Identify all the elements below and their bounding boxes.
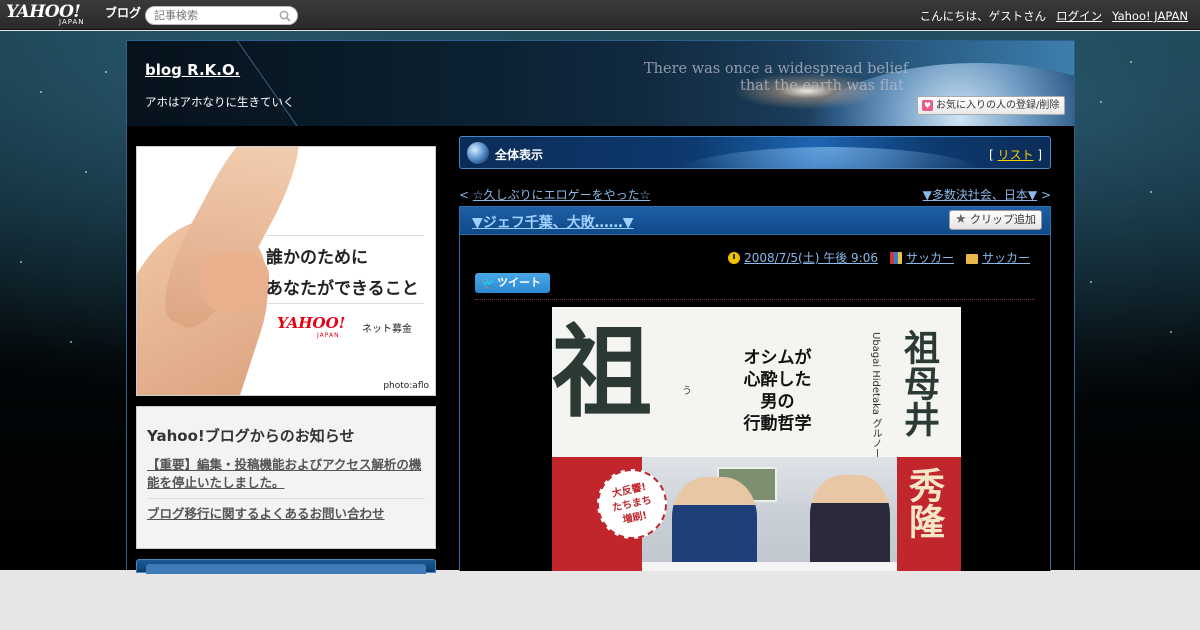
page-footer-area [0,570,1200,630]
ad-photo-credit: photo:aflo [383,381,429,391]
prev-arrow: < [459,188,473,202]
ad-yahoo-logo-japan: JAPAN [317,332,340,339]
ad-yahoo-logo: YAHOO! [277,314,346,332]
all-entries-label: 全体表示 [495,148,544,162]
article-title-bar: ▼ジェフ千葉、大敗……▼ ★ クリップ追加 [460,207,1050,235]
user-nav: こんにちは、ゲストさん ログイン Yahoo! JAPAN [920,8,1188,24]
login-link[interactable]: ログイン [1056,9,1102,23]
charity-ad-banner[interactable]: 誰かのために あなたができること YAHOO! JAPAN ネット募金 phot… [136,146,436,396]
cover-catchphrase: オシムが 心酔した 男の 行動哲学 [725,347,830,435]
header-quote: There was once a widespread belief that … [644,61,908,95]
twitter-bird-icon: 🐦 [481,276,496,290]
blog-frame: There was once a widespread belief that … [126,40,1075,574]
yahoo-japan-link[interactable]: Yahoo! JAPAN [1112,9,1188,23]
cover-author-name-top: 祖母井 [898,329,940,437]
ad-headline-1: 誰かのために [266,248,368,268]
notice-link-faq[interactable]: ブログ移行に関するよくあるお問い合わせ [147,505,425,523]
post-datetime-link[interactable]: 2008/7/5(土) 午後 9:06 [744,251,878,265]
cover-author-name-bottom: 秀隆 [903,467,945,539]
light-streak [237,41,302,126]
notice-box: Yahoo!ブログからのお知らせ 【重要】編集・投稿機能およびアクセス解析の機能… [136,406,436,549]
logo-blog: ブログ [105,6,142,20]
tweet-label: ツイート [497,276,541,289]
next-post: ▼多数決社会、日本▼ > [923,186,1051,203]
catch-line-3: 男の [760,392,795,412]
category-link-1[interactable]: サッカー [906,251,954,265]
blog-title-link[interactable]: blog R.K.O. [145,61,240,79]
favorite-register-button[interactable]: ♥ お気に入りの人の登録/削除 [917,96,1065,115]
all-entries-bar: 全体表示 [ リスト ] [459,136,1051,169]
article: ▼ジェフ千葉、大敗……▼ ★ クリップ追加 2008/7/5(土) 午後 9:0… [459,206,1051,571]
sidebar-box-header [136,559,436,574]
hand-clasp-image [199,252,269,312]
search-input[interactable] [154,8,274,23]
list-view-toggle: [ リスト ] [989,146,1042,163]
catch-line-2: 心酔した [743,370,812,390]
book-category-icon [889,252,902,264]
search-box [145,6,298,25]
prev-post: < ☆久しぶりにエロゲーをやった☆ [459,186,650,203]
globe-icon [467,142,489,164]
search-icon[interactable] [279,10,291,22]
category-link-2[interactable]: サッカー [982,251,1030,265]
clip-add-button[interactable]: ★ クリップ追加 [949,210,1042,230]
favorite-register-label: お気に入りの人の登録/削除 [936,100,1060,111]
logo-japan: JAPAN [59,18,85,26]
table-image [642,562,897,571]
article-title-link[interactable]: ▼ジェフ千葉、大敗……▼ [472,212,634,232]
tweet-button[interactable]: 🐦 ツイート [475,273,550,293]
notice-divider [147,498,425,499]
top-bar: YAHOO! JAPAN ブログ こんにちは、ゲストさんログインYahoo! J… [0,0,1200,30]
notice-title: Yahoo!ブログからのお知らせ [147,427,355,445]
book-cover-image[interactable]: 祖 う オシムが 心酔した 男の 行動哲学 Ubagai Hidetaka グル… [552,307,961,571]
quote-line-2: that the earth was flat [740,78,904,94]
clip-add-label: クリップ追加 [970,213,1036,226]
ad-headline-2: あなたができること [266,279,419,299]
blog-header: There was once a widespread belief that … [127,41,1074,126]
sidebar-box-inner [146,564,426,574]
greeting-text: こんにちは、ゲストさん [919,9,1047,23]
cover-ruby: う [682,386,692,397]
article-meta: 2008/7/5(土) 午後 9:06 サッカー サッカー [716,249,1030,266]
heart-icon: ♥ [922,100,933,111]
catch-line-1: オシムが [743,348,812,368]
list-bracket-close: ] [1033,148,1042,162]
ad-divider-bottom [266,303,424,304]
quote-line-1: There was once a widespread belief [644,61,909,77]
notice-link-important[interactable]: 【重要】編集・投稿機能およびアクセス解析の機能を停止いたしました。 [147,456,425,492]
blog-subtitle: アホはアホなりに生きていく [145,95,295,109]
cover-big-character: 祖 [552,313,652,431]
bar-glow [670,147,990,168]
dotted-divider [475,299,1035,300]
star-icon: ★ [955,212,967,227]
list-link[interactable]: リスト [997,148,1033,162]
catch-line-4: 行動哲学 [743,414,812,434]
ad-service-name: ネット募金 [362,324,412,335]
folder-icon [965,254,978,264]
prev-post-link[interactable]: ☆久しぶりにエロゲーをやった☆ [473,188,651,202]
person-right-image [810,475,890,571]
ad-divider-top [266,235,424,236]
next-arrow: > [1037,188,1051,202]
person-left-image [672,477,757,571]
clock-icon [728,252,741,264]
next-post-link[interactable]: ▼多数決社会、日本▼ [923,188,1037,202]
